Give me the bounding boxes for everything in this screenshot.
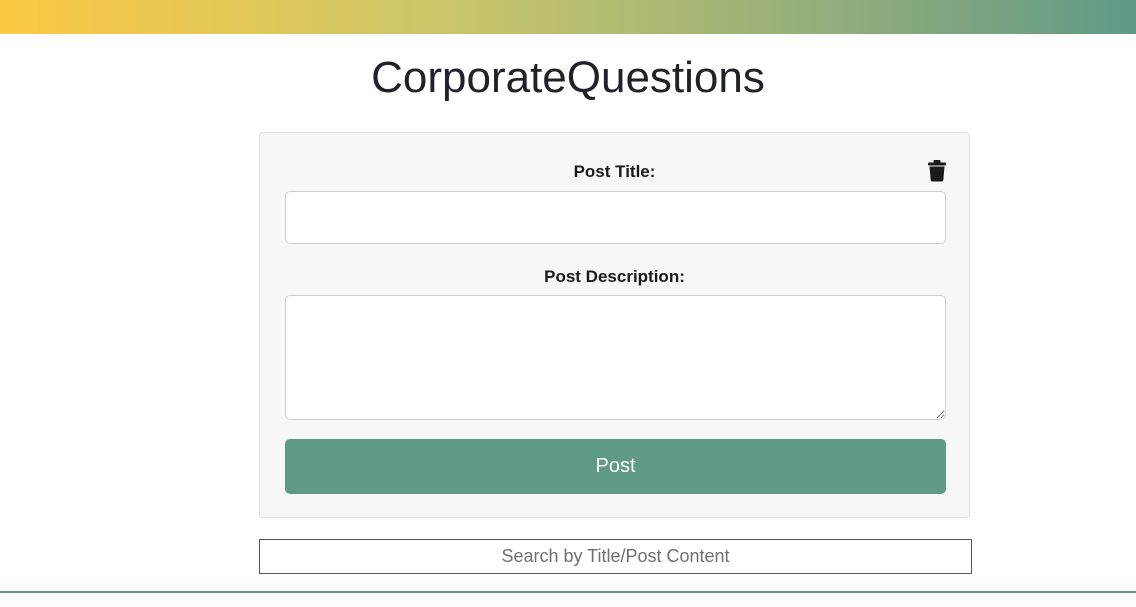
header-gradient-bar	[0, 0, 1136, 34]
post-description-label: Post Description:	[544, 267, 685, 286]
post-form: Post Title: Post Description: Post	[259, 132, 970, 518]
post-title-label: Post Title:	[573, 162, 656, 181]
post-title-input[interactable]	[285, 191, 946, 244]
trash-icon[interactable]	[927, 160, 947, 182]
search-input[interactable]	[259, 539, 972, 574]
post-button[interactable]: Post	[285, 439, 946, 494]
post-description-input[interactable]	[285, 295, 946, 420]
page-title: CorporateQuestions	[371, 53, 765, 102]
bottom-divider	[0, 591, 1136, 593]
